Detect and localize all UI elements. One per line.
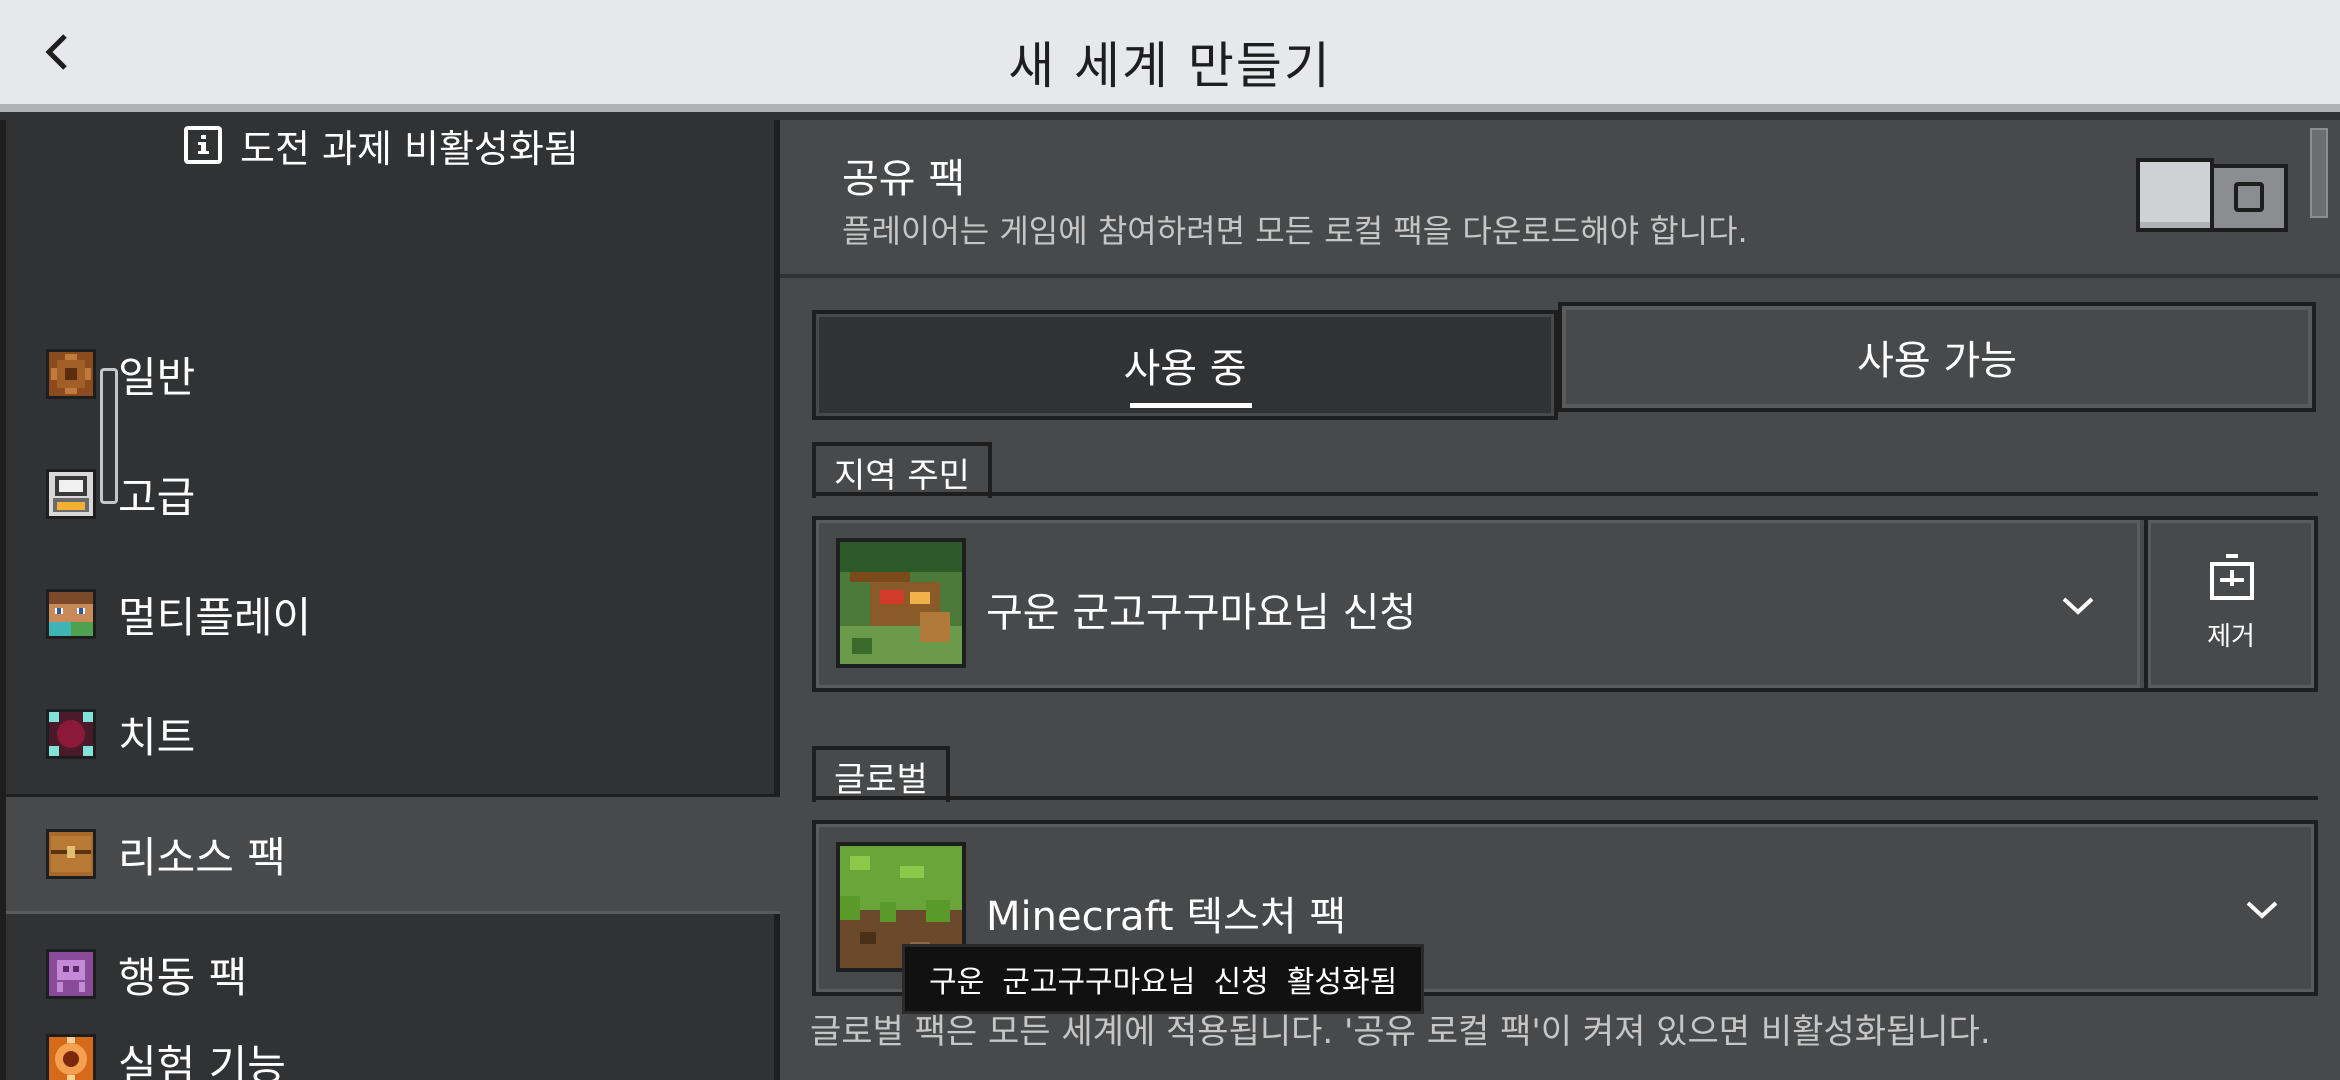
remove-pack-button[interactable]: 제거: [2144, 520, 2314, 688]
sidebar-item-label: 실험 기능: [118, 1041, 286, 1080]
shared-packs-description: 플레이어는 게임에 참여하려면 모든 로컬 팩을 다운로드해야 합니다.: [842, 212, 1748, 250]
sidebar-item-label: 치트: [118, 712, 196, 762]
pack-activated-toast: 구운 군고구구마요님 신청 활성화됨: [902, 944, 1425, 1014]
players-icon: [46, 589, 96, 639]
sidebar-item-label: 멀티플레이: [118, 592, 312, 642]
toggle-off-icon: [2234, 182, 2264, 212]
info-icon: [184, 126, 222, 164]
section-label-text: 글로벌: [834, 759, 928, 800]
global-pack-name: Minecraft 텍스처 팩: [986, 894, 1347, 940]
local-pack-row: 구운 군고구구마요님 신청 제거: [812, 516, 2318, 692]
section-divider: [812, 796, 2318, 800]
chevron-down-icon[interactable]: [2056, 584, 2100, 628]
remove-label: 제거: [2207, 622, 2255, 652]
shared-packs-toggle[interactable]: [2136, 158, 2288, 238]
sidebar-item-multiplayer[interactable]: 멀티플레이: [6, 554, 780, 674]
sidebar-item-label: 고급: [118, 472, 196, 522]
tab-label: 사용 가능: [1857, 338, 2017, 384]
chest-icon: [46, 829, 96, 879]
shared-packs-title: 공유 팩: [842, 156, 966, 202]
pack-thumbnail: [836, 538, 966, 668]
experiment-icon: [46, 1034, 96, 1080]
sidebar-item-label: 행동 팩: [118, 952, 248, 1002]
sidebar-item-resource-packs[interactable]: 리소스 팩: [6, 794, 780, 914]
cheats-icon: [46, 709, 96, 759]
sidebar-item-cheats[interactable]: 치트: [6, 674, 780, 794]
section-divider: [812, 492, 2318, 496]
achievements-disabled-notice: 도전 과제 비활성화됨: [184, 120, 579, 171]
section-label-text: 지역 주민: [834, 455, 970, 496]
shared-packs-setting: 공유 팩 플레이어는 게임에 참여하려면 모든 로컬 팩을 다운로드해야 합니다…: [780, 120, 2340, 278]
toggle-knob: [2136, 158, 2214, 232]
behavior-icon: [46, 949, 96, 999]
tab-underline: [1130, 403, 1252, 408]
sidebar-item-behavior-packs[interactable]: 행동 팩: [6, 914, 780, 1034]
section-label-global: 글로벌: [812, 746, 950, 802]
sidebar-item-advanced[interactable]: 고급: [6, 434, 780, 554]
settings-sidebar: 도전 과제 비활성화됨 일반 고급 멀티플레이 치트 리소스 팩 행동 팩 실험…: [0, 120, 780, 1080]
advanced-icon: [46, 469, 96, 519]
tab-active-packs[interactable]: 사용 중: [812, 310, 1558, 420]
title-bar: 새 세계 만들기: [0, 0, 2340, 112]
page-title: 새 세계 만들기: [1008, 37, 1332, 95]
section-label-local: 지역 주민: [812, 442, 992, 498]
chevron-down-icon[interactable]: [2240, 888, 2284, 932]
remove-icon: [2210, 554, 2254, 604]
local-pack-item[interactable]: 구운 군고구구마요님 신청: [816, 520, 2140, 688]
resource-packs-panel: 공유 팩 플레이어는 게임에 참여하려면 모든 로컬 팩을 다운로드해야 합니다…: [780, 120, 2340, 1080]
gear-icon: [46, 349, 96, 399]
tab-available-packs[interactable]: 사용 가능: [1558, 302, 2316, 412]
sidebar-item-experiments[interactable]: 실험 기능: [6, 1034, 780, 1080]
sidebar-item-label: 일반: [118, 352, 196, 402]
sidebar-scrollbar[interactable]: [100, 368, 118, 504]
notice-text: 도전 과제 비활성화됨: [240, 126, 579, 171]
local-pack-name: 구운 군고구구마요님 신청: [986, 590, 1417, 636]
sidebar-item-label: 리소스 팩: [118, 832, 286, 882]
sidebar-item-general[interactable]: 일반: [6, 314, 780, 434]
tab-label: 사용 중: [1123, 346, 1247, 392]
panel-scrollbar[interactable]: [2310, 128, 2328, 218]
